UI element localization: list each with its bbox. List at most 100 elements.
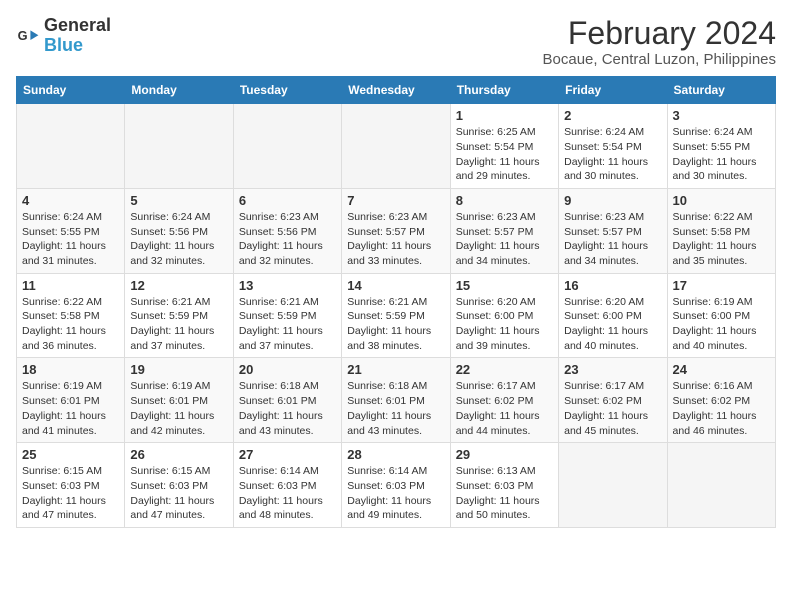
calendar-cell: 5 Sunrise: 6:24 AMSunset: 5:56 PMDayligh… xyxy=(125,188,233,273)
day-header-thursday: Thursday xyxy=(450,77,558,104)
calendar-cell: 25 Sunrise: 6:15 AMSunset: 6:03 PMDaylig… xyxy=(17,443,125,528)
day-number: 14 xyxy=(347,278,444,293)
day-info: Sunrise: 6:19 AMSunset: 6:00 PMDaylight:… xyxy=(673,295,770,354)
day-number: 24 xyxy=(673,362,770,377)
day-info: Sunrise: 6:18 AMSunset: 6:01 PMDaylight:… xyxy=(239,379,336,438)
day-number: 9 xyxy=(564,193,661,208)
day-number: 15 xyxy=(456,278,553,293)
logo-text: General Blue xyxy=(44,16,111,56)
day-info: Sunrise: 6:20 AMSunset: 6:00 PMDaylight:… xyxy=(564,295,661,354)
calendar-cell: 15 Sunrise: 6:20 AMSunset: 6:00 PMDaylig… xyxy=(450,273,558,358)
svg-text:G: G xyxy=(18,28,28,43)
day-number: 23 xyxy=(564,362,661,377)
day-info: Sunrise: 6:22 AMSunset: 5:58 PMDaylight:… xyxy=(22,295,119,354)
calendar-cell: 7 Sunrise: 6:23 AMSunset: 5:57 PMDayligh… xyxy=(342,188,450,273)
day-number: 28 xyxy=(347,447,444,462)
day-info: Sunrise: 6:24 AMSunset: 5:55 PMDaylight:… xyxy=(673,125,770,184)
day-number: 18 xyxy=(22,362,119,377)
calendar-cell: 16 Sunrise: 6:20 AMSunset: 6:00 PMDaylig… xyxy=(559,273,667,358)
day-number: 22 xyxy=(456,362,553,377)
calendar-cell: 6 Sunrise: 6:23 AMSunset: 5:56 PMDayligh… xyxy=(233,188,341,273)
calendar-cell: 21 Sunrise: 6:18 AMSunset: 6:01 PMDaylig… xyxy=(342,358,450,443)
day-number: 6 xyxy=(239,193,336,208)
day-info: Sunrise: 6:24 AMSunset: 5:55 PMDaylight:… xyxy=(22,210,119,269)
main-title: February 2024 xyxy=(543,16,776,51)
day-number: 1 xyxy=(456,108,553,123)
day-info: Sunrise: 6:14 AMSunset: 6:03 PMDaylight:… xyxy=(239,464,336,523)
day-info: Sunrise: 6:21 AMSunset: 5:59 PMDaylight:… xyxy=(347,295,444,354)
week-row-3: 11 Sunrise: 6:22 AMSunset: 5:58 PMDaylig… xyxy=(17,273,776,358)
day-number: 26 xyxy=(130,447,227,462)
subtitle: Bocaue, Central Luzon, Philippines xyxy=(543,51,776,68)
header: G General Blue February 2024 Bocaue, Cen… xyxy=(16,16,776,68)
day-info: Sunrise: 6:15 AMSunset: 6:03 PMDaylight:… xyxy=(22,464,119,523)
day-info: Sunrise: 6:19 AMSunset: 6:01 PMDaylight:… xyxy=(22,379,119,438)
calendar-cell xyxy=(667,443,775,528)
calendar-cell: 29 Sunrise: 6:13 AMSunset: 6:03 PMDaylig… xyxy=(450,443,558,528)
calendar-cell: 4 Sunrise: 6:24 AMSunset: 5:55 PMDayligh… xyxy=(17,188,125,273)
calendar-cell: 12 Sunrise: 6:21 AMSunset: 5:59 PMDaylig… xyxy=(125,273,233,358)
day-info: Sunrise: 6:23 AMSunset: 5:56 PMDaylight:… xyxy=(239,210,336,269)
day-info: Sunrise: 6:17 AMSunset: 6:02 PMDaylight:… xyxy=(456,379,553,438)
calendar-cell: 17 Sunrise: 6:19 AMSunset: 6:00 PMDaylig… xyxy=(667,273,775,358)
day-header-tuesday: Tuesday xyxy=(233,77,341,104)
day-number: 16 xyxy=(564,278,661,293)
day-number: 4 xyxy=(22,193,119,208)
calendar-cell: 10 Sunrise: 6:22 AMSunset: 5:58 PMDaylig… xyxy=(667,188,775,273)
logo-icon: G xyxy=(16,24,40,48)
calendar-cell xyxy=(125,104,233,189)
week-row-2: 4 Sunrise: 6:24 AMSunset: 5:55 PMDayligh… xyxy=(17,188,776,273)
day-info: Sunrise: 6:23 AMSunset: 5:57 PMDaylight:… xyxy=(456,210,553,269)
day-info: Sunrise: 6:21 AMSunset: 5:59 PMDaylight:… xyxy=(130,295,227,354)
day-info: Sunrise: 6:23 AMSunset: 5:57 PMDaylight:… xyxy=(347,210,444,269)
calendar-cell: 11 Sunrise: 6:22 AMSunset: 5:58 PMDaylig… xyxy=(17,273,125,358)
day-header-sunday: Sunday xyxy=(17,77,125,104)
day-info: Sunrise: 6:25 AMSunset: 5:54 PMDaylight:… xyxy=(456,125,553,184)
day-number: 10 xyxy=(673,193,770,208)
calendar-cell: 3 Sunrise: 6:24 AMSunset: 5:55 PMDayligh… xyxy=(667,104,775,189)
week-row-4: 18 Sunrise: 6:19 AMSunset: 6:01 PMDaylig… xyxy=(17,358,776,443)
day-info: Sunrise: 6:13 AMSunset: 6:03 PMDaylight:… xyxy=(456,464,553,523)
calendar-cell xyxy=(342,104,450,189)
day-number: 12 xyxy=(130,278,227,293)
day-number: 11 xyxy=(22,278,119,293)
week-row-5: 25 Sunrise: 6:15 AMSunset: 6:03 PMDaylig… xyxy=(17,443,776,528)
day-info: Sunrise: 6:24 AMSunset: 5:56 PMDaylight:… xyxy=(130,210,227,269)
calendar-cell xyxy=(233,104,341,189)
day-number: 21 xyxy=(347,362,444,377)
day-info: Sunrise: 6:22 AMSunset: 5:58 PMDaylight:… xyxy=(673,210,770,269)
calendar-cell: 1 Sunrise: 6:25 AMSunset: 5:54 PMDayligh… xyxy=(450,104,558,189)
day-number: 7 xyxy=(347,193,444,208)
calendar-cell: 26 Sunrise: 6:15 AMSunset: 6:03 PMDaylig… xyxy=(125,443,233,528)
day-number: 27 xyxy=(239,447,336,462)
day-header-friday: Friday xyxy=(559,77,667,104)
day-info: Sunrise: 6:18 AMSunset: 6:01 PMDaylight:… xyxy=(347,379,444,438)
week-row-1: 1 Sunrise: 6:25 AMSunset: 5:54 PMDayligh… xyxy=(17,104,776,189)
calendar-cell: 2 Sunrise: 6:24 AMSunset: 5:54 PMDayligh… xyxy=(559,104,667,189)
day-number: 13 xyxy=(239,278,336,293)
calendar-cell xyxy=(17,104,125,189)
calendar-cell xyxy=(559,443,667,528)
calendar-cell: 20 Sunrise: 6:18 AMSunset: 6:01 PMDaylig… xyxy=(233,358,341,443)
day-number: 25 xyxy=(22,447,119,462)
calendar-cell: 19 Sunrise: 6:19 AMSunset: 6:01 PMDaylig… xyxy=(125,358,233,443)
day-number: 17 xyxy=(673,278,770,293)
day-header-wednesday: Wednesday xyxy=(342,77,450,104)
day-info: Sunrise: 6:23 AMSunset: 5:57 PMDaylight:… xyxy=(564,210,661,269)
day-info: Sunrise: 6:14 AMSunset: 6:03 PMDaylight:… xyxy=(347,464,444,523)
calendar-cell: 13 Sunrise: 6:21 AMSunset: 5:59 PMDaylig… xyxy=(233,273,341,358)
day-info: Sunrise: 6:16 AMSunset: 6:02 PMDaylight:… xyxy=(673,379,770,438)
day-header-monday: Monday xyxy=(125,77,233,104)
calendar-cell: 23 Sunrise: 6:17 AMSunset: 6:02 PMDaylig… xyxy=(559,358,667,443)
header-row: SundayMondayTuesdayWednesdayThursdayFrid… xyxy=(17,77,776,104)
day-info: Sunrise: 6:19 AMSunset: 6:01 PMDaylight:… xyxy=(130,379,227,438)
day-number: 8 xyxy=(456,193,553,208)
day-number: 5 xyxy=(130,193,227,208)
calendar-cell: 8 Sunrise: 6:23 AMSunset: 5:57 PMDayligh… xyxy=(450,188,558,273)
day-number: 29 xyxy=(456,447,553,462)
calendar-cell: 27 Sunrise: 6:14 AMSunset: 6:03 PMDaylig… xyxy=(233,443,341,528)
title-area: February 2024 Bocaue, Central Luzon, Phi… xyxy=(543,16,776,68)
calendar-cell: 9 Sunrise: 6:23 AMSunset: 5:57 PMDayligh… xyxy=(559,188,667,273)
day-info: Sunrise: 6:20 AMSunset: 6:00 PMDaylight:… xyxy=(456,295,553,354)
day-header-saturday: Saturday xyxy=(667,77,775,104)
